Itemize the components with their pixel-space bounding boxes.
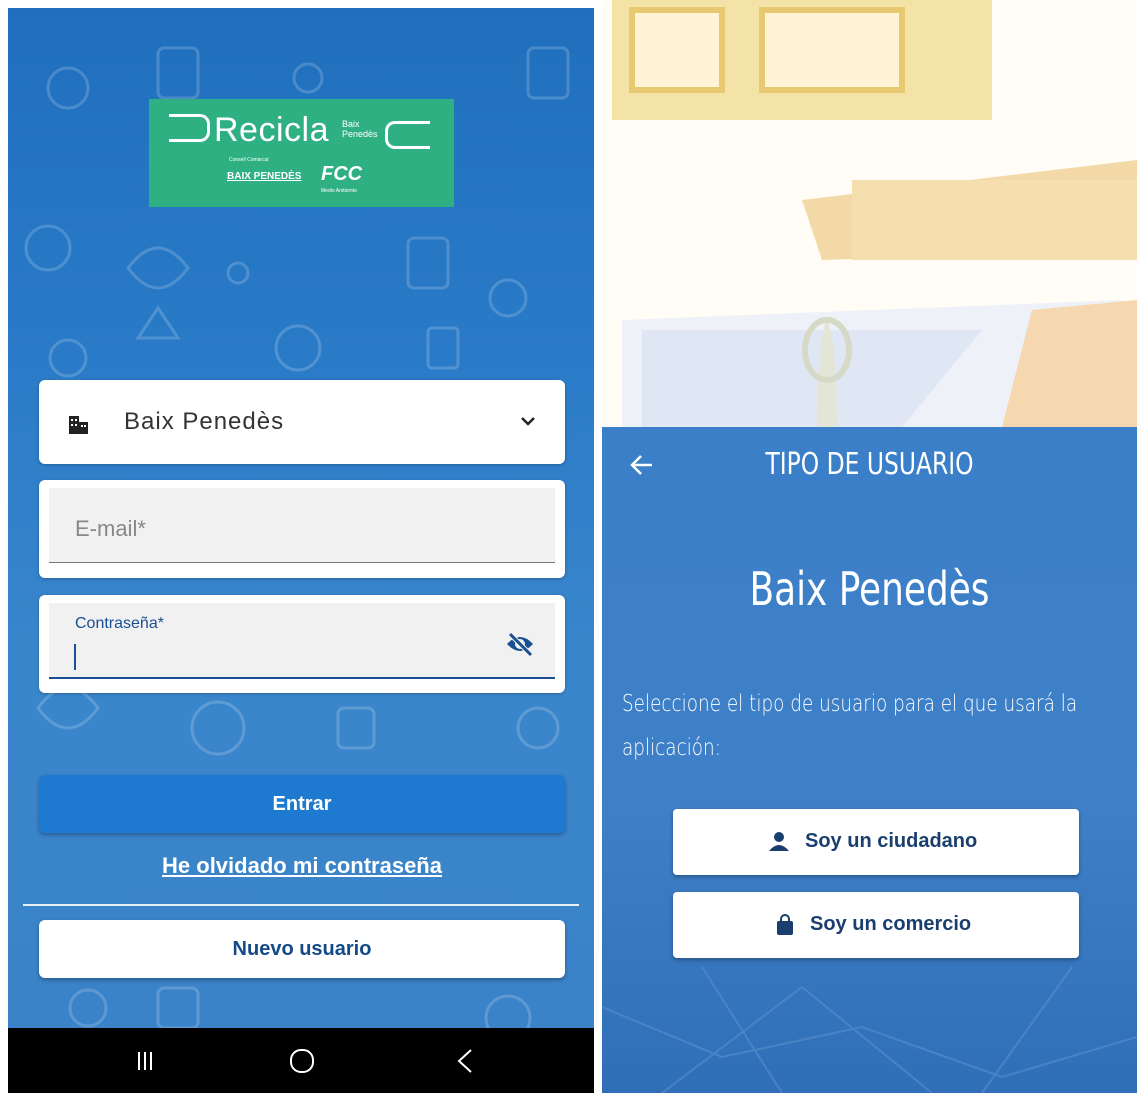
logo-partner-sub: Medio Ambiente bbox=[321, 188, 357, 194]
recicla-logo: Recicla Baix Penedès Consell Comarcal BAI… bbox=[149, 99, 454, 207]
eye-off-icon[interactable] bbox=[505, 631, 535, 657]
recycle-arrow-right-icon bbox=[385, 121, 430, 149]
user-type-screen: TIPO DE USUARIO Baix Penedès Seleccione … bbox=[602, 427, 1137, 1093]
logo-brand-sub-2: Penedès bbox=[342, 129, 378, 139]
password-label: Contraseña* bbox=[75, 615, 164, 632]
map-background-decoration bbox=[602, 966, 1137, 1093]
login-screen: Recicla Baix Penedès Consell Comarcal BAI… bbox=[8, 8, 594, 1093]
building-icon bbox=[69, 416, 88, 434]
password-card: Contraseña* bbox=[39, 595, 565, 693]
location-selector[interactable]: Baix Penedès bbox=[39, 380, 565, 464]
password-field[interactable]: Contraseña* bbox=[49, 603, 555, 679]
citizen-button-label: Soy un ciudadano bbox=[805, 830, 978, 852]
home-icon[interactable] bbox=[287, 1046, 317, 1076]
android-navbar bbox=[8, 1028, 594, 1093]
recycle-arrow-left-icon bbox=[169, 114, 210, 143]
text-cursor bbox=[74, 644, 76, 670]
logo-council-small-2: Comarcal bbox=[247, 157, 269, 163]
location-selector-value: Baix Penedès bbox=[124, 408, 285, 435]
logo-brand: Recicla bbox=[214, 111, 329, 149]
back-arrow-icon[interactable] bbox=[626, 449, 658, 481]
logo-council-small-1: Consell bbox=[229, 157, 246, 163]
email-card: E-mail* bbox=[39, 480, 565, 578]
logo-council: BAIX PENEDÈS bbox=[227, 171, 302, 182]
back-nav-icon[interactable] bbox=[451, 1046, 481, 1076]
recent-apps-icon[interactable] bbox=[130, 1046, 160, 1076]
commerce-button-label: Soy un comercio bbox=[810, 913, 972, 935]
screen-title: TIPO DE USUARIO bbox=[765, 447, 974, 482]
email-placeholder: E-mail* bbox=[75, 516, 146, 541]
shopping-bag-icon bbox=[777, 914, 793, 935]
login-button[interactable]: Entrar bbox=[39, 775, 565, 833]
person-icon bbox=[769, 832, 789, 851]
new-user-button[interactable]: Nuevo usuario bbox=[39, 920, 565, 978]
forgot-password-link[interactable]: He olvidado mi contraseña bbox=[39, 853, 565, 879]
logo-partner: FCC bbox=[321, 163, 363, 185]
divider bbox=[23, 904, 579, 906]
coat-of-arms-background bbox=[602, 0, 1137, 427]
citizen-button[interactable]: Soy un ciudadano bbox=[673, 809, 1079, 875]
chevron-down-icon bbox=[521, 417, 535, 426]
town-name: Baix Penedès bbox=[749, 562, 990, 616]
logo-brand-sub-1: Baix bbox=[342, 119, 360, 129]
coat-of-arms-image bbox=[612, 0, 1137, 427]
email-field[interactable]: E-mail* bbox=[49, 488, 555, 563]
instruction-text: Seleccione el tipo de usuario para el qu… bbox=[622, 691, 1078, 761]
